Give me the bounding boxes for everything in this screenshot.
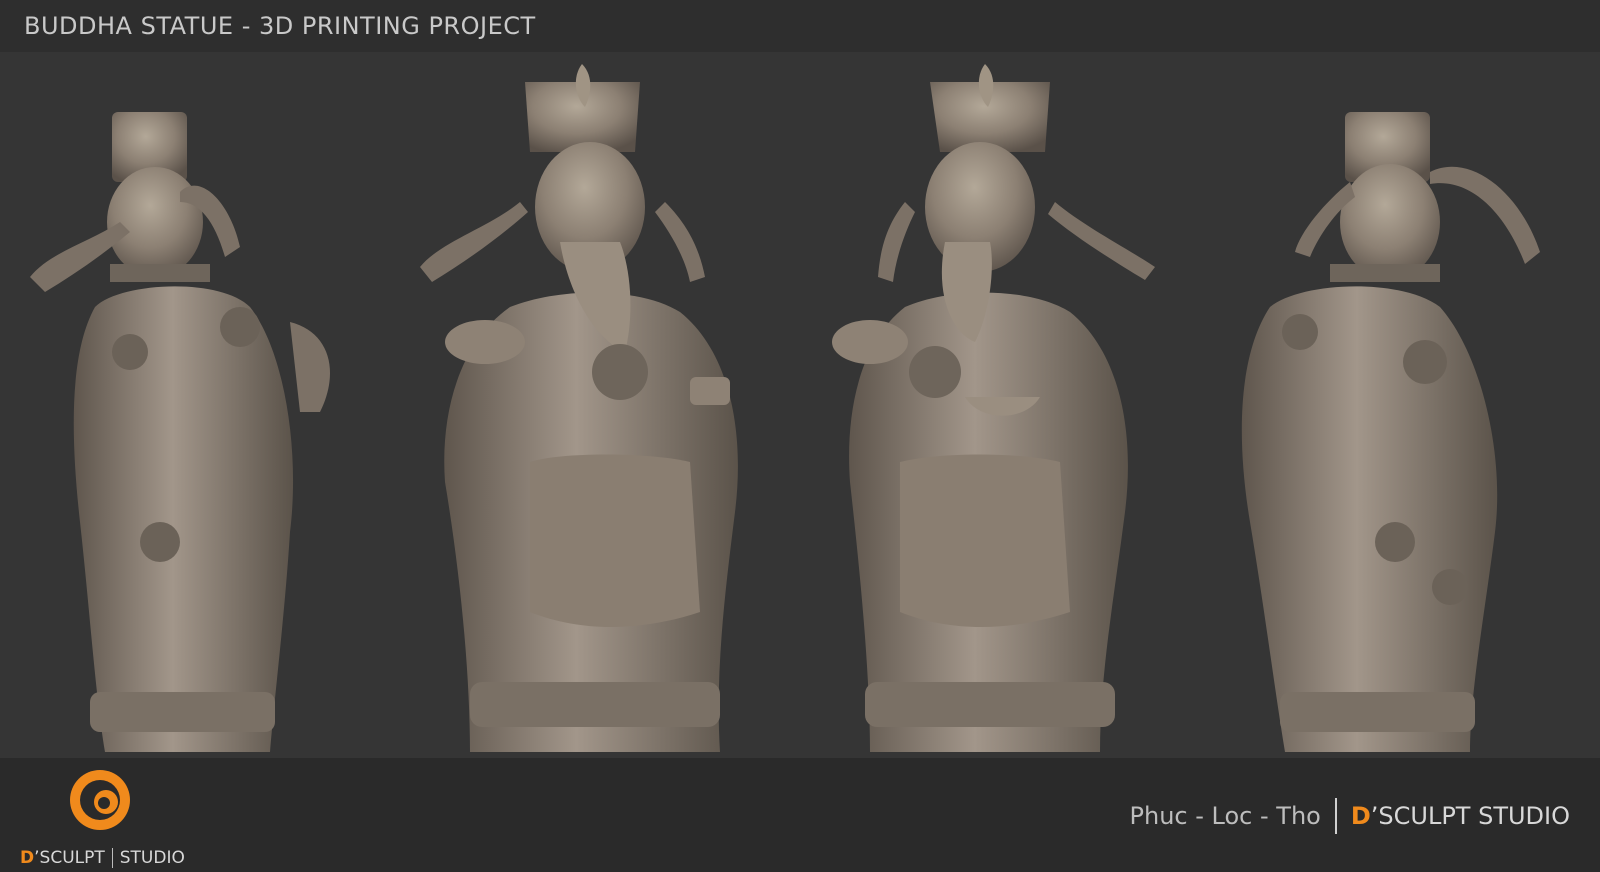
statue-view-front-left [420, 64, 738, 752]
studio-logo: D ’SCULPT STUDIO [20, 768, 190, 868]
footer-bar: D ’SCULPT STUDIO Phuc - Loc - Tho D’SCUL… [0, 758, 1600, 872]
statue-view-front-right [832, 64, 1155, 752]
credit-studio-initial: D [1350, 802, 1371, 830]
studio-logo-text: D ’SCULPT STUDIO [20, 848, 185, 868]
credit-studio-rest: ’SCULPT STUDIO [1370, 802, 1570, 830]
statue-view-left-back [30, 112, 330, 752]
project-credit: Phuc - Loc - Tho D’SCULPT STUDIO [1130, 798, 1570, 834]
logo-brand-rest: ’SCULPT [34, 848, 105, 868]
logo-divider [111, 848, 113, 868]
statue-names: Phuc - Loc - Tho [1129, 802, 1321, 830]
credit-studio-name: D’SCULPT STUDIO [1351, 802, 1570, 830]
studio-logo-icon [70, 770, 130, 830]
statue-view-right-back [1241, 112, 1540, 752]
header-bar: BUDDHA STATUE - 3D PRINTING PROJECT [0, 0, 1600, 52]
logo-brand-initial: D [20, 848, 35, 868]
statue-renders [30, 64, 1540, 752]
logo-studio-word: STUDIO [119, 848, 185, 868]
credit-divider [1334, 798, 1337, 834]
render-stage [0, 52, 1600, 758]
page-title: BUDDHA STATUE - 3D PRINTING PROJECT [24, 12, 536, 40]
